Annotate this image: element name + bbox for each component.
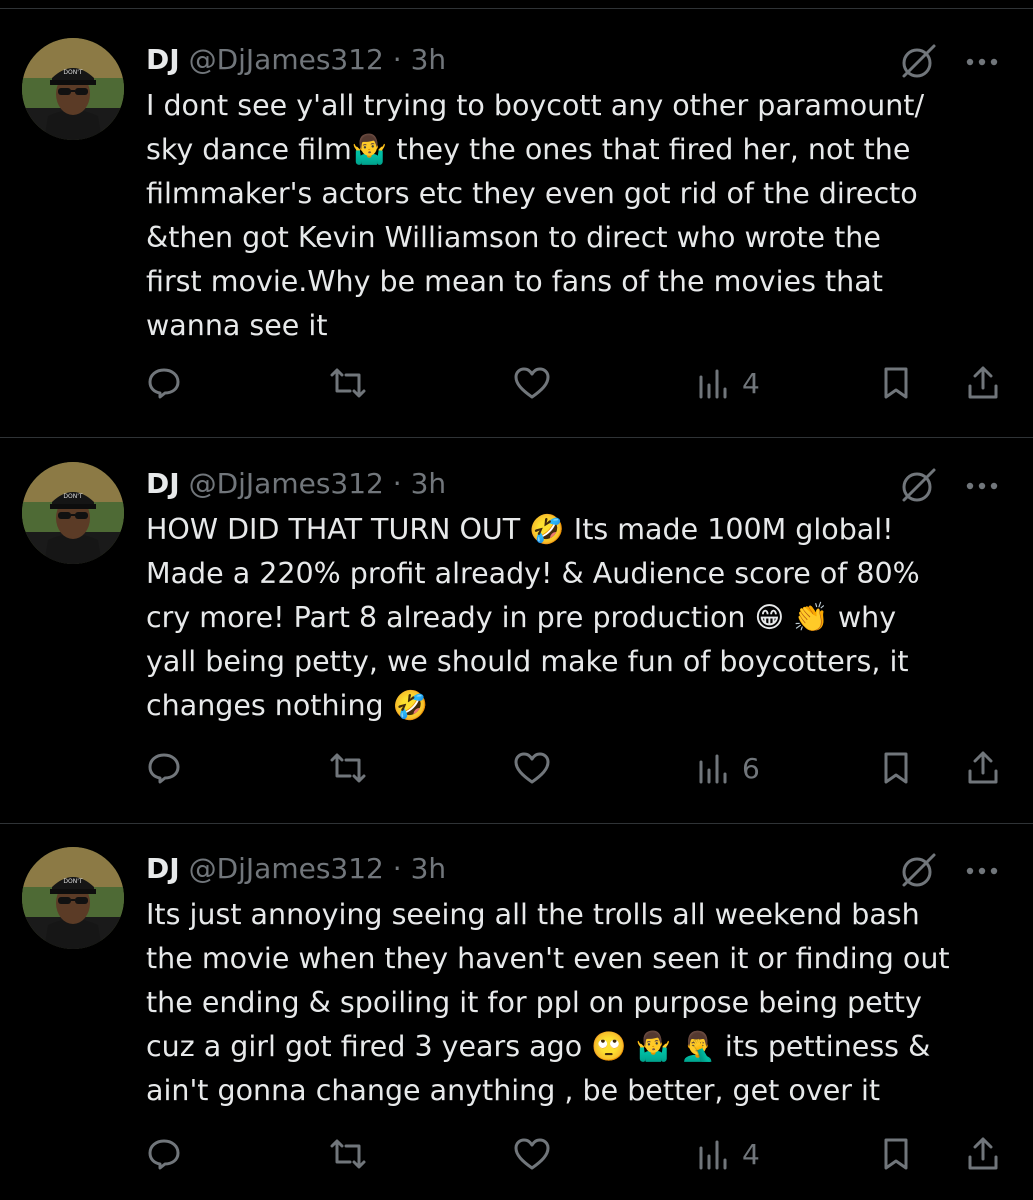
svg-text:DON'T: DON'T bbox=[63, 878, 82, 885]
views-icon bbox=[699, 754, 727, 784]
views-count: 6 bbox=[742, 751, 760, 785]
views-count: 4 bbox=[742, 366, 760, 400]
svg-text:DON'T: DON'T bbox=[63, 69, 82, 76]
display-name[interactable]: DJ bbox=[146, 467, 180, 500]
tweet-text-line: the movie when they haven't even seen it… bbox=[146, 942, 950, 975]
tweet-text: Its just annoying seeing all the trolls … bbox=[146, 893, 1011, 1113]
like-button[interactable] bbox=[512, 745, 552, 791]
tweet-text-line: filmmaker's actors etc they even got rid… bbox=[146, 177, 918, 210]
bookmark-button[interactable] bbox=[878, 1131, 914, 1177]
views-button[interactable]: 4 bbox=[696, 1131, 760, 1177]
tweet-text-line: first movie.Why be mean to fans of the m… bbox=[146, 265, 883, 298]
like-icon bbox=[514, 367, 550, 399]
tweet-text-line: ain't gonna change anything , be better,… bbox=[146, 1074, 881, 1107]
bookmark-button[interactable] bbox=[878, 360, 914, 406]
views-count: 4 bbox=[742, 1137, 760, 1171]
share-icon bbox=[968, 751, 998, 784]
repost-icon bbox=[330, 753, 366, 783]
tweet-text-line: cuz a girl got fired 3 years ago 🙄 🤷‍♂️ … bbox=[146, 1030, 931, 1063]
views-icon bbox=[699, 1140, 727, 1170]
tweet-text-line: HOW DID THAT TURN OUT 🤣 Its made 100M gl… bbox=[146, 513, 894, 546]
grok-icon[interactable] bbox=[898, 849, 940, 891]
avatar[interactable]: DON'T bbox=[22, 847, 124, 949]
repost-icon bbox=[330, 368, 366, 398]
user-handle[interactable]: @DjJames312 bbox=[189, 467, 384, 500]
tweet-text-line: Its just annoying seeing all the trolls … bbox=[146, 898, 920, 931]
timeline: DON'T DJ @DjJames312 · 3h I dont see y'a… bbox=[0, 0, 1033, 1200]
bookmark-button[interactable] bbox=[878, 745, 914, 791]
divider bbox=[0, 8, 1033, 9]
repost-button[interactable] bbox=[328, 1131, 368, 1177]
reply-button[interactable] bbox=[146, 1131, 182, 1177]
tweet-text: HOW DID THAT TURN OUT 🤣 Its made 100M gl… bbox=[146, 508, 1011, 728]
like-button[interactable] bbox=[512, 360, 552, 406]
reply-icon bbox=[148, 1139, 180, 1170]
svg-text:DON'T: DON'T bbox=[63, 493, 82, 500]
share-button[interactable] bbox=[964, 745, 1002, 791]
like-icon bbox=[514, 752, 550, 784]
tweet[interactable]: DON'T DJ @DjJames312 · 3h bbox=[0, 847, 1033, 1197]
more-icon[interactable] bbox=[957, 849, 1007, 891]
avatar[interactable]: DON'T bbox=[22, 462, 124, 564]
tweet-header: DJ @DjJames312 · 3h bbox=[146, 462, 1006, 506]
divider bbox=[0, 823, 1033, 824]
share-button[interactable] bbox=[964, 360, 1002, 406]
timestamp[interactable]: 3h bbox=[411, 467, 447, 500]
tweet-text-line: cry more! Part 8 already in pre producti… bbox=[146, 601, 897, 634]
avatar[interactable]: DON'T bbox=[22, 38, 124, 140]
views-icon bbox=[699, 369, 727, 399]
user-handle[interactable]: @DjJames312 bbox=[189, 43, 384, 76]
share-icon bbox=[968, 1137, 998, 1170]
reply-icon bbox=[148, 753, 180, 784]
bookmark-icon bbox=[884, 752, 908, 784]
tweet-header: DJ @DjJames312 · 3h bbox=[146, 38, 1006, 82]
separator-dot: · bbox=[392, 467, 402, 500]
tweet-text-line: yall being petty, we should make fun of … bbox=[146, 645, 909, 678]
share-button[interactable] bbox=[964, 1131, 1002, 1177]
tweet-actions: 4 bbox=[146, 1131, 1016, 1177]
repost-icon bbox=[330, 1139, 366, 1169]
tweet[interactable]: DON'T DJ @DjJames312 · 3h bbox=[0, 462, 1033, 810]
views-button[interactable]: 6 bbox=[696, 745, 760, 791]
reply-button[interactable] bbox=[146, 745, 182, 791]
tweet-actions: 6 bbox=[146, 745, 1016, 791]
tweet[interactable]: DON'T DJ @DjJames312 · 3h bbox=[0, 38, 1033, 418]
tweet-text-line: wanna see it bbox=[146, 309, 328, 342]
tweet-text-line: sky dance film🤷‍♂️ they the ones that fi… bbox=[146, 133, 911, 166]
share-icon bbox=[968, 366, 998, 399]
tweet-text-line: the ending & spoiling it for ppl on purp… bbox=[146, 986, 922, 1019]
display-name[interactable]: DJ bbox=[146, 852, 180, 885]
separator-dot: · bbox=[392, 852, 402, 885]
display-name[interactable]: DJ bbox=[146, 43, 180, 76]
tweet-text-line: changes nothing 🤣 bbox=[146, 689, 429, 722]
like-icon bbox=[514, 1138, 550, 1170]
divider bbox=[0, 437, 1033, 438]
bookmark-icon bbox=[884, 1138, 908, 1170]
bookmark-icon bbox=[884, 367, 908, 399]
tweet-text: I dont see y'all trying to boycott any o… bbox=[146, 84, 1011, 348]
tweet-text-line: Made a 220% profit already! & Audience s… bbox=[146, 557, 920, 590]
like-button[interactable] bbox=[512, 1131, 552, 1177]
more-icon[interactable] bbox=[957, 464, 1007, 506]
reply-icon bbox=[148, 368, 180, 399]
timestamp[interactable]: 3h bbox=[411, 43, 447, 76]
tweet-header: DJ @DjJames312 · 3h bbox=[146, 847, 1006, 891]
tweet-actions: 4 bbox=[146, 360, 1016, 406]
more-icon[interactable] bbox=[957, 40, 1007, 82]
separator-dot: · bbox=[392, 43, 402, 76]
tweet-text-line: I dont see y'all trying to boycott any o… bbox=[146, 89, 925, 122]
tweet-text-line: &then got Kevin Williamson to direct who… bbox=[146, 221, 881, 254]
repost-button[interactable] bbox=[328, 745, 368, 791]
grok-icon[interactable] bbox=[898, 464, 940, 506]
user-handle[interactable]: @DjJames312 bbox=[189, 852, 384, 885]
reply-button[interactable] bbox=[146, 360, 182, 406]
timestamp[interactable]: 3h bbox=[411, 852, 447, 885]
grok-icon[interactable] bbox=[898, 40, 940, 82]
repost-button[interactable] bbox=[328, 360, 368, 406]
views-button[interactable]: 4 bbox=[696, 360, 760, 406]
